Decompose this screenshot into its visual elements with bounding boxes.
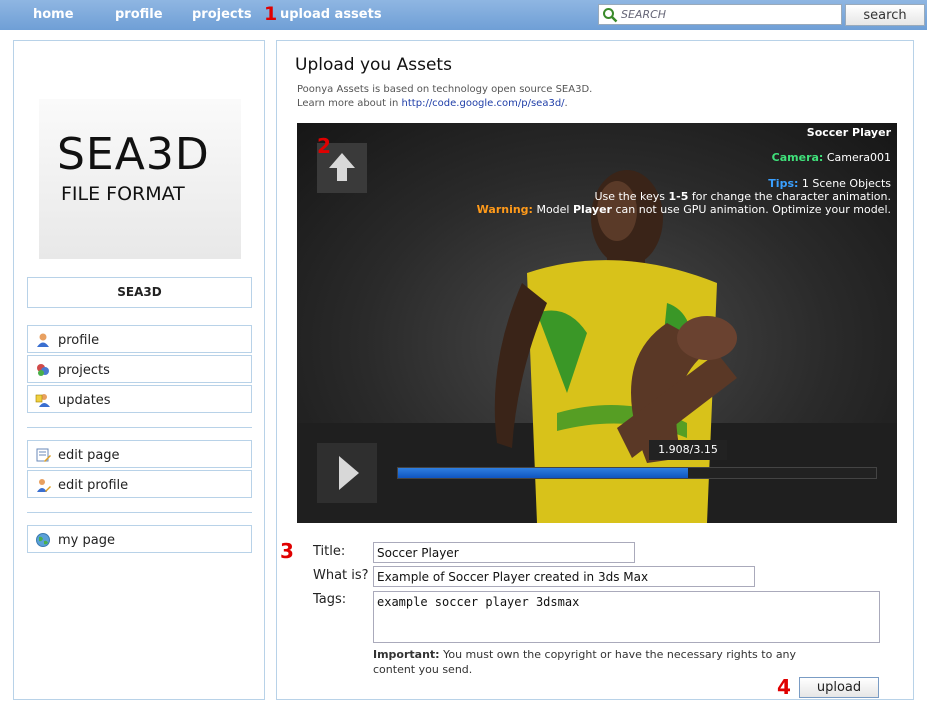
playback-time: 1.908/3.15 [649, 440, 727, 460]
nav-projects-link[interactable]: projects [192, 7, 252, 22]
viewer-tips-info: Tips: 1 Scene Objects [768, 177, 891, 190]
edit-page-icon [36, 448, 51, 462]
sidebar-item-label: updates [58, 393, 111, 408]
top-nav-bar: home profile projects 1 upload assets se… [0, 0, 927, 30]
main-content: Upload you Assets Poonya Assets is based… [276, 40, 914, 700]
search-field[interactable] [598, 4, 842, 25]
search-input[interactable] [621, 6, 839, 23]
sidebar-item-profile[interactable]: profile [27, 325, 252, 353]
whatis-input[interactable] [373, 566, 755, 587]
playback-progress-fill [398, 468, 688, 478]
page-title: Upload you Assets [295, 55, 452, 75]
tags-label: Tags: [313, 592, 347, 607]
play-icon [339, 456, 359, 490]
asset-viewer[interactable]: Soccer Player Camera: Camera001 Tips: 1 … [297, 123, 897, 523]
search-icon [603, 8, 618, 23]
sidebar-item-projects[interactable]: projects [27, 355, 252, 383]
sidebar: SEA3D FILE FORMAT SEA3D profile projects… [13, 40, 265, 700]
profile-name: SEA3D [27, 277, 252, 308]
sidebar-item-label: edit profile [58, 478, 129, 493]
updates-icon [35, 394, 50, 407]
whatis-label: What is? [313, 568, 369, 583]
sea3d-link[interactable]: http://code.google.com/p/sea3d/ [402, 98, 565, 109]
logo-title: SEA3D [57, 129, 210, 180]
sidebar-divider [27, 512, 252, 513]
sidebar-item-label: profile [58, 333, 100, 348]
intro-line-2: Learn more about in http://code.google.c… [297, 98, 568, 109]
step-marker-3: 3 [280, 539, 294, 563]
step-marker-2: 2 [317, 134, 331, 158]
edit-profile-icon [37, 479, 51, 492]
sidebar-item-label: projects [58, 363, 110, 378]
nav-home-link[interactable]: home [33, 7, 74, 22]
nav-profile-link[interactable]: profile [115, 7, 163, 22]
sidebar-item-edit-profile[interactable]: edit profile [27, 470, 252, 498]
sidebar-item-updates[interactable]: updates [27, 385, 252, 413]
viewer-keys-info: Use the keys 1-5 for change the characte… [594, 190, 891, 203]
projects-icon [37, 364, 49, 376]
sidebar-item-label: my page [58, 533, 115, 548]
globe-icon [36, 533, 50, 547]
playback-progress-bar[interactable] [397, 467, 877, 479]
viewer-model-title: Soccer Player [806, 126, 891, 139]
intro-line-1: Poonya Assets is based on technology ope… [297, 84, 593, 95]
sidebar-item-edit-page[interactable]: edit page [27, 440, 252, 468]
copyright-notice: Important: You must own the copyright or… [373, 648, 797, 676]
upload-button[interactable]: upload [799, 677, 879, 698]
viewer-camera-info: Camera: Camera001 [771, 151, 891, 164]
title-label: Title: [313, 544, 346, 559]
intro-text: Poonya Assets is based on technology ope… [297, 83, 592, 111]
sidebar-item-my-page[interactable]: my page [27, 525, 252, 553]
sidebar-item-label: edit page [58, 448, 120, 463]
user-icon [37, 333, 49, 347]
step-marker-4: 4 [777, 675, 791, 699]
search-button[interactable]: search [845, 4, 925, 26]
sea3d-logo: SEA3D FILE FORMAT [39, 99, 241, 259]
play-button[interactable] [317, 443, 377, 503]
tags-textarea[interactable]: example soccer player 3dsmax [373, 591, 880, 643]
step-marker-1: 1 [264, 3, 278, 25]
title-input[interactable] [373, 542, 635, 563]
logo-subtitle: FILE FORMAT [61, 183, 185, 205]
nav-upload-assets-link[interactable]: upload assets [280, 7, 382, 22]
viewer-warning-info: Warning: Model Player can not use GPU an… [476, 203, 891, 216]
sidebar-divider [27, 427, 252, 428]
